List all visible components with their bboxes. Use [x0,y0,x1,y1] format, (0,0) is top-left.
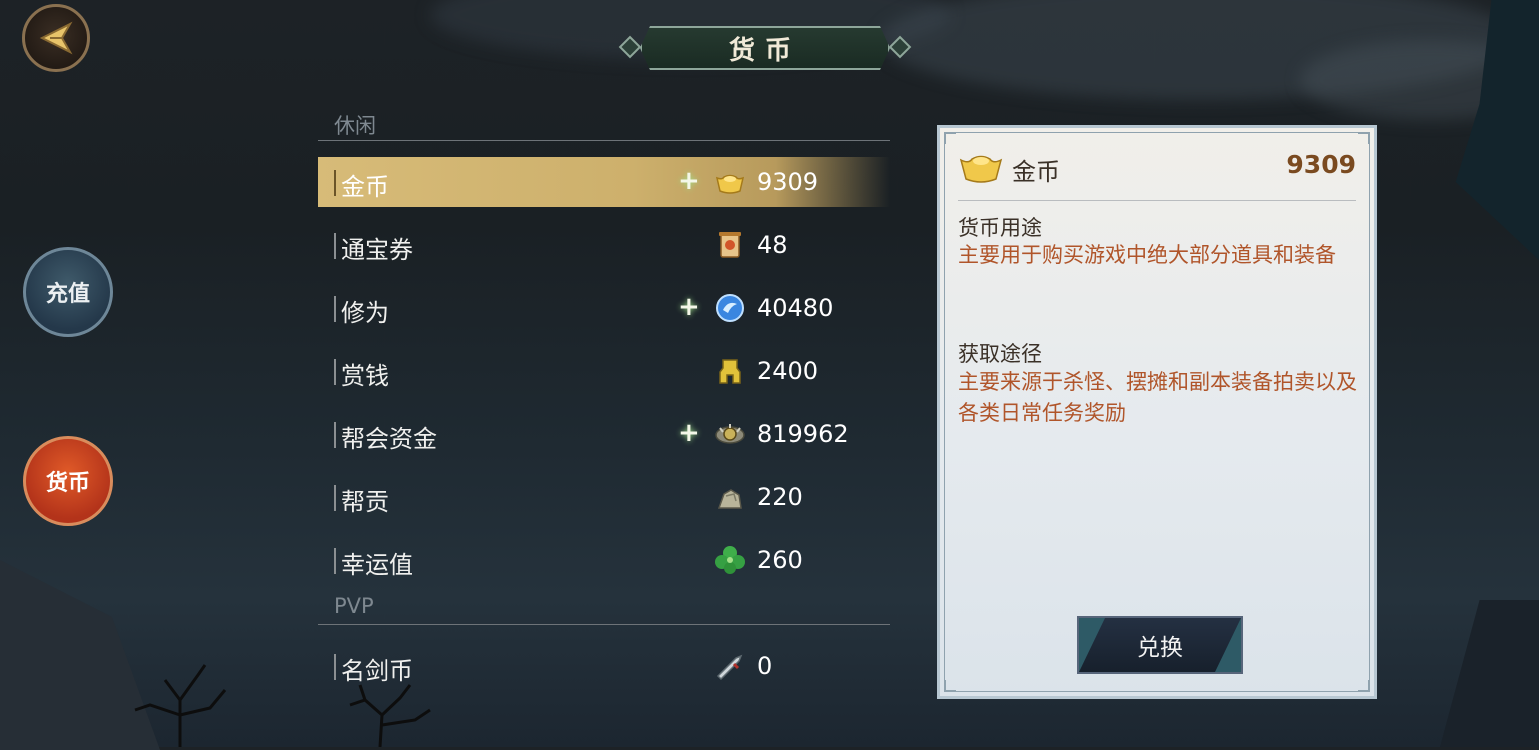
bounty-coin-icon [719,359,741,384]
currency-amount: 0 [757,652,773,680]
banner-ornament-right [888,35,912,59]
exchange-button[interactable]: 兑换 [1077,616,1243,674]
currency-name: 赏钱 [341,362,389,390]
currency-amount: 2400 [757,357,819,385]
currency-amount: 40480 [757,294,834,322]
usage-label: 货币用途 [958,216,1042,240]
detail-currency-name: 金币 [1012,158,1060,186]
currency-tab-button[interactable]: 货币 [23,436,113,526]
guild-funds-icon [715,424,745,444]
currency-amount: 220 [757,483,803,511]
currency-amount: 260 [757,546,803,574]
currency-detail-panel: 金币 9309 货币用途 主要用于购买游戏中绝大部分道具和装备 获取途径 主要来… [937,125,1377,699]
currency-row-guild-funds[interactable]: 帮会资金 + 819962 [318,409,890,459]
detail-header: 金币 9309 [958,148,1356,201]
currency-row-cultivation[interactable]: 修为 + 40480 [318,283,890,333]
currency-row-sword-coin[interactable]: 名剑币 0 [318,641,890,691]
currency-row-guild-contribution[interactable]: 帮贡 220 [318,472,890,522]
currency-tab-label: 货币 [45,470,90,496]
section-header-leisure: 休闲 [318,110,890,141]
recharge-button[interactable]: 充值 [23,247,113,337]
currency-amount: 9309 [757,168,819,196]
recharge-button-label: 充值 [45,281,90,307]
back-button[interactable] [22,4,90,72]
section-header-label: 休闲 [334,114,376,138]
gold-ingot-icon [959,155,1003,183]
currency-name: 金币 [341,173,389,201]
add-cultivation-button[interactable]: + [678,294,700,320]
usage-description: 主要用于购买游戏中绝大部分道具和装备 [958,243,1336,267]
add-gold-button[interactable]: + [678,168,700,194]
currency-name: 幸运值 [341,551,413,579]
section-header-label: PVP [334,594,374,618]
exchange-button-label: 兑换 [1137,635,1183,661]
currency-row-gold[interactable]: 金币 + 9309 [318,157,890,207]
currency-row-luck[interactable]: 幸运值 260 [318,535,890,585]
add-guild-funds-button[interactable]: + [678,420,700,446]
banner-ornament-left [618,35,642,59]
ticket-scroll-icon [719,232,741,258]
currency-name: 修为 [341,299,389,327]
currency-row-bounty[interactable]: 赏钱 2400 [318,346,890,396]
source-description: 主要来源于杀怪、摆摊和副本装备拍卖以及各类日常任务奖励 [958,370,1357,425]
clover-icon [715,546,745,574]
sword-coin-icon [716,654,743,681]
currency-row-tongbao[interactable]: 通宝券 48 [318,220,890,270]
spirit-orb-icon [716,294,744,322]
page-title-banner: 货币 [618,26,912,70]
currency-name: 帮贡 [341,488,389,516]
currency-name: 帮会资金 [341,425,437,453]
currency-amount: 48 [757,231,788,259]
currency-name: 通宝券 [341,236,413,264]
section-header-pvp: PVP [318,594,890,625]
back-arrow-icon [39,21,73,55]
guild-contribution-icon [717,489,742,509]
currency-amount: 819962 [757,420,849,448]
detail-currency-amount: 9309 [1286,150,1356,179]
page-title: 货币 [728,35,801,66]
currency-name: 名剑币 [341,657,413,685]
source-label: 获取途径 [958,342,1042,366]
gold-ingot-icon [715,174,745,194]
